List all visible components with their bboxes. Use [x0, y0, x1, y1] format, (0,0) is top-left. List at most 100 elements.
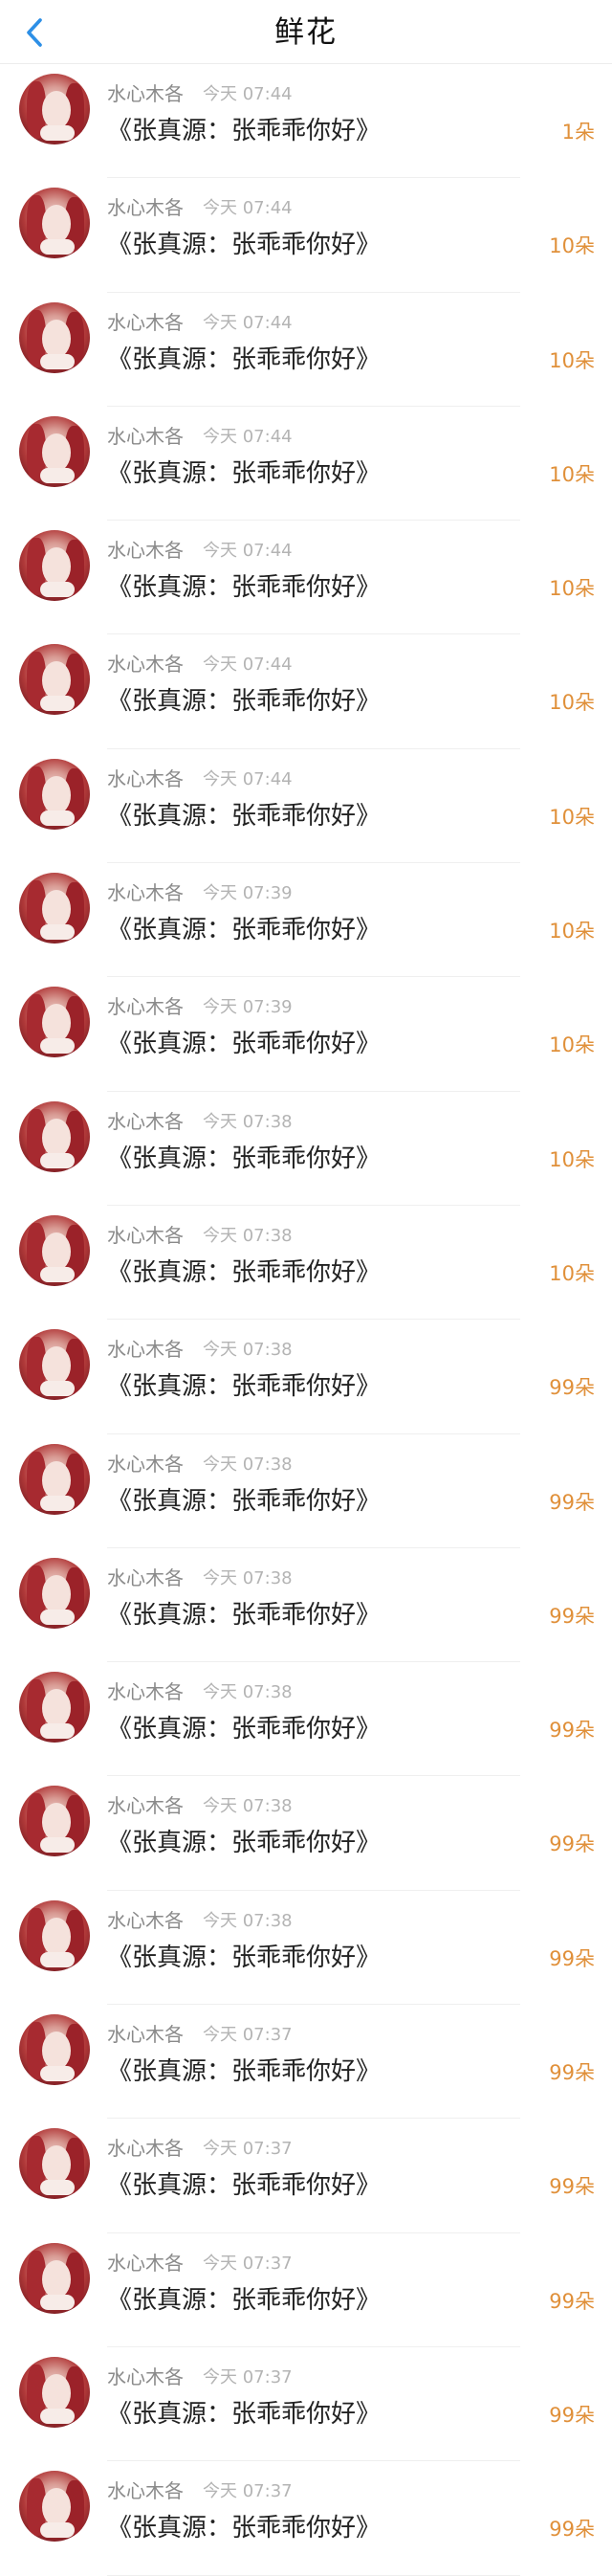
flower-count: 10朵 [549, 462, 595, 486]
message-text: 《张真源：张乖乖你好》 [107, 2514, 382, 2543]
avatar[interactable] [19, 2471, 90, 2543]
sender-name[interactable]: 水心木各 [107, 2478, 184, 2503]
list-item[interactable]: 水心木各 今天 07:38 《张真源：张乖乖你好》 99朵 [0, 1434, 612, 1548]
list-item[interactable]: 水心木各 今天 07:37 《张真源：张乖乖你好》 99朵 [0, 2461, 612, 2576]
sender-name[interactable]: 水心木各 [107, 538, 184, 563]
timestamp: 今天 07:39 [203, 883, 293, 904]
timestamp: 今天 07:37 [203, 2481, 293, 2502]
timestamp: 今天 07:44 [203, 541, 293, 562]
list-item[interactable]: 水心木各 今天 07:38 《张真源：张乖乖你好》 99朵 [0, 1548, 612, 1663]
message-text: 《张真源：张乖乖你好》 [107, 2399, 382, 2429]
message-text: 《张真源：张乖乖你好》 [107, 2057, 382, 2087]
message-text: 《张真源：张乖乖你好》 [107, 1372, 382, 1402]
list-item[interactable]: 水心木各 今天 07:38 《张真源：张乖乖你好》 99朵 [0, 1776, 612, 1891]
message-text: 《张真源：张乖乖你好》 [107, 344, 382, 374]
sender-name[interactable]: 水心木各 [107, 766, 184, 791]
list-item[interactable]: 水心木各 今天 07:38 《张真源：张乖乖你好》 10朵 [0, 1092, 612, 1206]
list-item[interactable]: 水心木各 今天 07:44 《张真源：张乖乖你好》 10朵 [0, 521, 612, 635]
avatar[interactable] [19, 415, 90, 487]
flower-count: 99朵 [549, 1604, 595, 1628]
sender-name[interactable]: 水心木各 [107, 81, 184, 106]
list-item[interactable]: 水心木各 今天 07:44 《张真源：张乖乖你好》 10朵 [0, 178, 612, 293]
sender-name[interactable]: 水心木各 [107, 994, 184, 1019]
timestamp: 今天 07:37 [203, 2253, 293, 2274]
list-item[interactable]: 水心木各 今天 07:39 《张真源：张乖乖你好》 10朵 [0, 863, 612, 978]
sender-name[interactable]: 水心木各 [107, 1679, 184, 1704]
timestamp: 今天 07:37 [203, 2139, 293, 2160]
avatar[interactable] [19, 2242, 90, 2314]
avatar[interactable] [19, 1214, 90, 1286]
timestamp: 今天 07:44 [203, 655, 293, 676]
sender-name[interactable]: 水心木各 [107, 1908, 184, 1933]
list-item[interactable]: 水心木各 今天 07:44 《张真源：张乖乖你好》 10朵 [0, 749, 612, 864]
avatar[interactable] [19, 1443, 90, 1515]
message-text: 《张真源：张乖乖你好》 [107, 1030, 382, 1059]
list-item[interactable]: 水心木各 今天 07:39 《张真源：张乖乖你好》 10朵 [0, 977, 612, 1092]
avatar[interactable] [19, 188, 90, 259]
avatar[interactable] [19, 1100, 90, 1172]
list-item[interactable]: 水心木各 今天 07:38 《张真源：张乖乖你好》 10朵 [0, 1206, 612, 1321]
list-item[interactable]: 水心木各 今天 07:38 《张真源：张乖乖你好》 99朵 [0, 1662, 612, 1777]
message-text: 《张真源：张乖乖你好》 [107, 117, 382, 145]
timestamp: 今天 07:44 [203, 198, 293, 219]
list-item[interactable]: 水心木各 今天 07:37 《张真源：张乖乖你好》 99朵 [0, 2233, 612, 2347]
sender-name[interactable]: 水心木各 [107, 1566, 184, 1590]
sender-name[interactable]: 水心木各 [107, 195, 184, 220]
timestamp: 今天 07:44 [203, 768, 293, 789]
top-bar: 鲜花 [0, 0, 612, 64]
sender-name[interactable]: 水心木各 [107, 1223, 184, 1248]
gift-list: 水心木各 今天 07:44 《张真源：张乖乖你好》 1朵 水心木各 今天 07:… [0, 64, 612, 2576]
sender-name[interactable]: 水心木各 [107, 424, 184, 449]
message-text: 《张真源：张乖乖你好》 [107, 2285, 382, 2315]
avatar[interactable] [19, 873, 90, 944]
message-text: 《张真源：张乖乖你好》 [107, 1943, 382, 1972]
avatar[interactable] [19, 1786, 90, 1857]
list-item[interactable]: 水心木各 今天 07:37 《张真源：张乖乖你好》 99朵 [0, 2347, 612, 2462]
list-item[interactable]: 水心木各 今天 07:44 《张真源：张乖乖你好》 10朵 [0, 634, 612, 749]
list-item[interactable]: 水心木各 今天 07:44 《张真源：张乖乖你好》 10朵 [0, 407, 612, 522]
sender-name[interactable]: 水心木各 [107, 1109, 184, 1134]
list-item[interactable]: 水心木各 今天 07:38 《张真源：张乖乖你好》 99朵 [0, 1320, 612, 1434]
list-item[interactable]: 水心木各 今天 07:38 《张真源：张乖乖你好》 99朵 [0, 1891, 612, 2006]
flower-count: 10朵 [549, 348, 595, 372]
flower-count: 1朵 [561, 121, 595, 144]
flower-count: 99朵 [549, 1490, 595, 1514]
list-item[interactable]: 水心木各 今天 07:37 《张真源：张乖乖你好》 99朵 [0, 2005, 612, 2120]
flower-count: 99朵 [549, 2289, 595, 2313]
timestamp: 今天 07:44 [203, 312, 293, 333]
flower-count: 99朵 [549, 1376, 595, 1400]
flower-count: 10朵 [549, 805, 595, 829]
avatar[interactable] [19, 2356, 90, 2428]
list-item[interactable]: 水心木各 今天 07:37 《张真源：张乖乖你好》 99朵 [0, 2119, 612, 2233]
list-item[interactable]: 水心木各 今天 07:44 《张真源：张乖乖你好》 1朵 [0, 64, 612, 179]
avatar[interactable] [19, 1899, 90, 1971]
avatar[interactable] [19, 1329, 90, 1401]
sender-name[interactable]: 水心木各 [107, 2251, 184, 2276]
avatar[interactable] [19, 301, 90, 373]
sender-name[interactable]: 水心木各 [107, 1337, 184, 1362]
avatar[interactable] [19, 74, 90, 144]
message-text: 《张真源：张乖乖你好》 [107, 687, 382, 717]
flower-count: 99朵 [549, 1946, 595, 1970]
sender-name[interactable]: 水心木各 [107, 2365, 184, 2389]
sender-name[interactable]: 水心木各 [107, 310, 184, 335]
timestamp: 今天 07:38 [203, 1111, 293, 1132]
sender-name[interactable]: 水心木各 [107, 2136, 184, 2161]
avatar[interactable] [19, 644, 90, 716]
flower-count: 10朵 [549, 920, 595, 944]
avatar[interactable] [19, 758, 90, 830]
sender-name[interactable]: 水心木各 [107, 1452, 184, 1477]
message-text: 《张真源：张乖乖你好》 [107, 1600, 382, 1630]
sender-name[interactable]: 水心木各 [107, 652, 184, 677]
sender-name[interactable]: 水心木各 [107, 1793, 184, 1818]
sender-name[interactable]: 水心木各 [107, 880, 184, 905]
sender-name[interactable]: 水心木各 [107, 2022, 184, 2047]
avatar[interactable] [19, 2128, 90, 2200]
list-item[interactable]: 水心木各 今天 07:44 《张真源：张乖乖你好》 10朵 [0, 293, 612, 407]
message-text: 《张真源：张乖乖你好》 [107, 1715, 382, 1744]
avatar[interactable] [19, 2014, 90, 2086]
avatar[interactable] [19, 530, 90, 602]
avatar[interactable] [19, 987, 90, 1058]
avatar[interactable] [19, 1557, 90, 1629]
avatar[interactable] [19, 1672, 90, 1743]
